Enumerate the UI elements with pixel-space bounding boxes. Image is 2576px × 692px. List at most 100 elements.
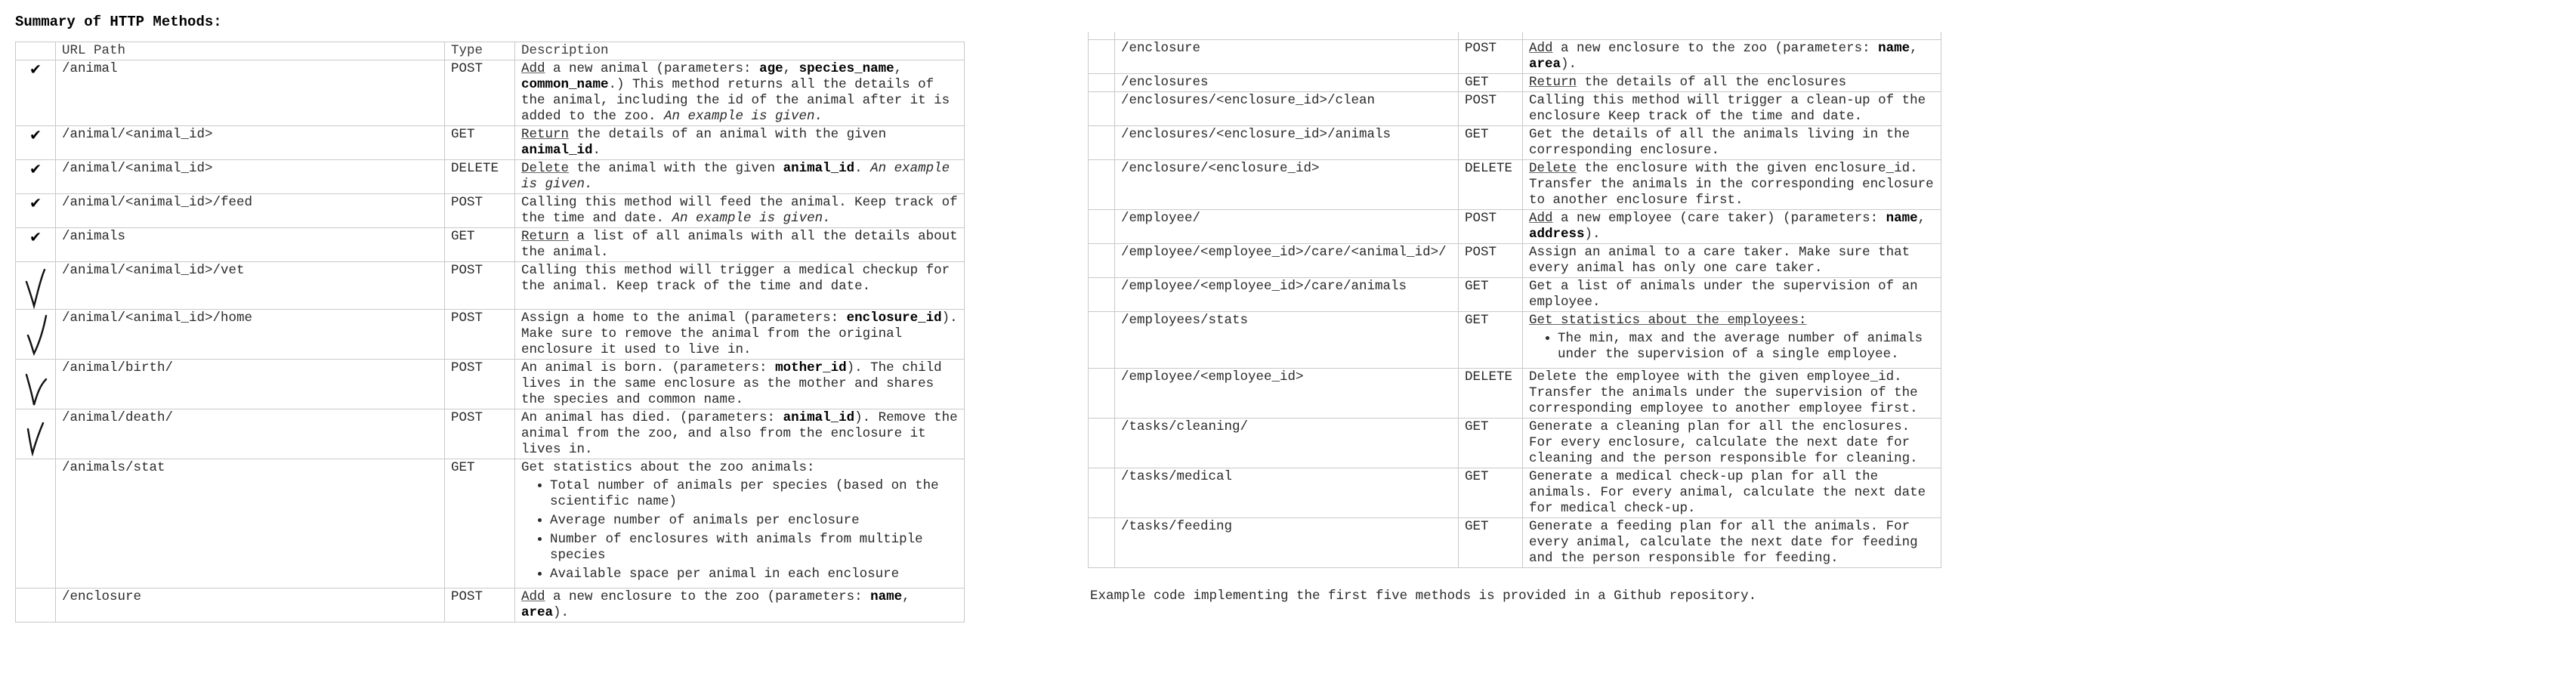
description-segment: name [1886,211,1918,226]
method-type-cell: GET [1458,277,1523,312]
description-cell: Get statistics about the employees: The m… [1522,311,1941,369]
description-segment: species_name [798,61,894,76]
check-cell [15,409,56,459]
url-path-cell: /animal/<animal_id>/vet [55,261,445,310]
description-segment: age [759,61,783,76]
description-segment: Generate a medical check-up plan for all… [1529,469,1926,516]
table-row: /tasks/cleaning/GET Generate a cleaning p… [1088,418,1941,468]
description-cell: Delete the employee with the given emplo… [1522,368,1941,419]
check-cell: ✔ [15,227,56,262]
empty-cell [1088,311,1115,369]
url-path-cell: /animals [55,227,445,262]
table-row: /enclosures/<enclosure_id>/animals GET Get… [1088,125,1941,160]
check-mark-icon: ✔ [30,194,41,213]
description-segment: Calling this method will trigger a clean… [1529,93,1926,124]
table-row: ✔/animal POST Add a new animal (parameters… [15,60,965,126]
description-cell: Add a new enclosure to the zoo (paramete… [1522,39,1941,74]
statistics-list-item: Available space per animal in each enclo… [550,567,959,582]
description-segment: the details of all the enclosures [1577,75,1847,90]
description-segment: a list of all animals with all the detai… [521,229,958,260]
url-path-cell: /enclosure/<enclosure_id> [1114,159,1459,210]
description-segment: common_name [521,77,609,92]
empty-cell [1088,418,1115,468]
check-cell: ✔ [15,159,56,194]
description-segment: enclosure_id [846,310,942,326]
table-row: /employee/POST Add a new employee (care t… [1088,209,1941,244]
check-cell: ✔ [15,125,56,160]
table-header-stub [1088,32,1941,40]
description-cell: Get the details of all the animals livin… [1522,125,1941,160]
method-type-cell: POST [1458,39,1523,74]
check-mark-icon: ✔ [30,60,41,79]
url-column-header: URL Path [55,42,445,60]
check-cell [15,261,56,310]
description-segment: area [1529,57,1561,72]
statistics-list: Total number of animals per species (bas… [521,478,959,582]
table-row: /animal/<animal_id>/vet POST Calling this … [15,261,965,310]
table-row: /animal/<animal_id>/home POST Assign a hom… [15,309,965,360]
description-segment: a new animal (parameters: [545,61,760,76]
check-cell [15,588,56,622]
empty-cell [1088,277,1115,312]
handwritten-check-mark [25,373,48,406]
description-segment: Assign an animal to a care taker. Make s… [1529,245,1910,276]
url-path-cell: /employees/stats [1114,311,1459,369]
description-segment: Get the details of all the animals livin… [1529,127,1910,158]
method-type-cell: DELETE [444,159,515,194]
description-segment: Get a list of animals under the supervis… [1529,279,1918,310]
description-cell: Add a new enclosure to the zoo (paramete… [514,588,965,622]
table-row: ✔/animals GET Return a list of all animals… [15,227,965,262]
description-segment: Return [521,229,570,244]
handwritten-stroke [26,422,45,456]
handwritten-stroke [25,373,48,406]
description-segment: Get statistics about the employees: [1529,313,1807,328]
description-segment: the details of an animal with the given [569,127,887,142]
method-type-cell: GET [1458,73,1523,92]
check-cell: ✔ [15,60,56,126]
method-type-cell: POST [444,588,515,622]
method-type-cell: GET [1458,311,1523,369]
method-type-cell: GET [1458,517,1523,568]
description-segment: Add [1529,41,1553,56]
table-row: /enclosures/<enclosure_id>/clean POST Call… [1088,91,1941,126]
method-type-cell: GET [444,459,515,589]
description-segment: mother_id [775,360,847,375]
table-row: /employee/<employee_id> DELETE Delete the … [1088,368,1941,419]
empty-cell [1088,159,1115,210]
description-segment: ). [1561,57,1577,72]
description-segment: the animal with the given [569,161,783,176]
table-row: ✔/animal/<animal_id> DELETE Delete the ani… [15,159,965,194]
description-segment: name [1878,41,1910,56]
description-segment: animal_id [783,161,855,176]
description-segment: Add [1529,211,1553,226]
statistics-list-item: The min, max and the average number of a… [1558,331,1936,363]
method-type-cell: POST [444,359,515,409]
page-heading: Summary of HTTP Methods: [15,14,222,30]
method-type-cell: DELETE [1458,159,1523,210]
description-cell: Assign an animal to a care taker. Make s… [1522,243,1941,278]
description-cell: Generate a feeding plan for all the anim… [1522,517,1941,568]
method-type-cell: GET [444,125,515,160]
url-path-cell: /animal/<animal_id>/feed [55,193,445,228]
check-cell: ✔ [15,193,56,228]
method-type-cell: POST [1458,91,1523,126]
description-cell: An animal has died. (parameters: animal_… [514,409,965,459]
method-type-cell: POST [444,409,515,459]
description-segment: . [592,143,601,158]
method-type-cell: GET [1458,418,1523,468]
table-row: /enclosures GET Return the details of all … [1088,73,1941,92]
url-path-cell: /animal/death/ [55,409,445,459]
description-segment: An animal has died. (parameters: [521,410,783,425]
url-path-cell: /employee/ [1114,209,1459,244]
statistics-list-item: Total number of animals per species (bas… [550,478,959,510]
description-segment: the enclosure with the given enclosure_i… [1529,161,1934,208]
description-cell: Delete the animal with the given animal_… [514,159,965,194]
table-row: /tasks/feeding GET Generate a feeding plan… [1088,517,1941,568]
url-path-cell: /enclosures/<enclosure_id>/clean [1114,91,1459,126]
empty-cell [1088,73,1115,92]
url-path-cell: /tasks/cleaning/ [1114,418,1459,468]
description-segment: Add [521,61,545,76]
empty-cell [1088,243,1115,278]
check-mark-icon: ✔ [30,126,41,145]
url-path-cell: /employee/<employee_id>/care/animals [1114,277,1459,312]
